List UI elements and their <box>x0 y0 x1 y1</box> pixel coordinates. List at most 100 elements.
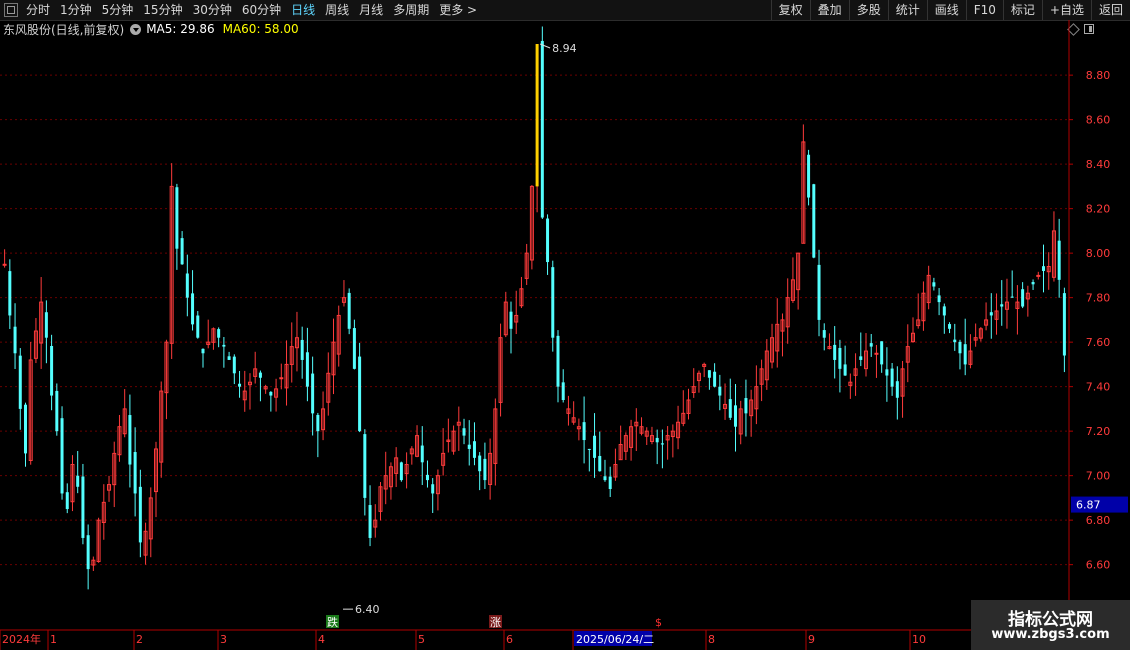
candle-body <box>540 40 544 218</box>
candle-body <box>807 154 811 198</box>
y-tick-label: 6.80 <box>1086 514 1111 527</box>
candle-body <box>660 443 664 445</box>
candle-body <box>8 271 12 316</box>
candle-body <box>958 341 962 354</box>
candle-body <box>1062 293 1066 356</box>
candle-body <box>133 452 137 494</box>
candle-body <box>942 306 946 316</box>
y-tick-label: 8.80 <box>1086 69 1111 82</box>
candle-body <box>238 383 242 387</box>
candle-body <box>138 486 142 543</box>
candle-body <box>76 475 80 487</box>
candle-body <box>65 492 69 510</box>
candle-body <box>467 444 471 449</box>
candle-body <box>232 356 236 374</box>
candle-body <box>822 330 826 338</box>
x-tick-label: 9 <box>808 633 815 646</box>
candle-body <box>191 293 195 325</box>
candle-body <box>44 312 48 338</box>
candle-body <box>948 324 952 329</box>
low-price-label: 6.40 <box>355 603 380 616</box>
candle-body <box>593 435 597 458</box>
candle-body <box>1000 304 1004 307</box>
signal-marker: $ <box>655 616 662 629</box>
candle-body <box>608 476 612 489</box>
candle-body <box>598 455 602 472</box>
candle-body <box>733 405 737 427</box>
candle-body <box>478 455 482 472</box>
x-tick-label: 2024年 <box>2 632 41 646</box>
candle-body <box>937 295 941 303</box>
x-tick-label: 6 <box>506 633 513 646</box>
candle-body <box>368 505 372 538</box>
candle-body <box>2 263 7 266</box>
x-tick-label: 8 <box>708 633 715 646</box>
candle-body <box>535 44 539 187</box>
candle-body <box>880 341 884 365</box>
candle-body <box>352 328 356 369</box>
candle-body <box>728 399 732 418</box>
candle-body <box>838 347 842 369</box>
candle-body <box>718 386 722 396</box>
candle-body <box>932 282 936 287</box>
candle-body <box>128 415 132 465</box>
x-tick-label: 3 <box>220 633 227 646</box>
candle-body <box>420 445 424 463</box>
x-tick-label: 2 <box>136 633 143 646</box>
x-tick-label: 5 <box>418 633 425 646</box>
candle-body <box>885 369 889 376</box>
candle-body <box>316 414 320 432</box>
candle-body <box>817 264 821 320</box>
candle-body <box>18 355 22 409</box>
candle-body <box>431 484 435 494</box>
candle-body <box>347 292 351 329</box>
y-tick-label: 8.00 <box>1086 247 1111 260</box>
y-tick-label: 8.20 <box>1086 203 1111 216</box>
candle-body <box>258 372 262 378</box>
x-tick-label: 1 <box>50 633 57 646</box>
candle-body <box>655 437 659 443</box>
y-tick-label: 6.60 <box>1086 559 1111 572</box>
candle-body <box>86 535 90 570</box>
y-tick-label: 7.20 <box>1086 425 1111 438</box>
y-tick-label: 7.00 <box>1086 470 1111 483</box>
candle-body <box>1057 240 1061 280</box>
candle-body <box>425 474 429 481</box>
candle-body <box>963 344 967 365</box>
candle-body <box>196 315 200 338</box>
current-price-label: 6.87 <box>1076 499 1101 512</box>
candle-body <box>989 312 993 316</box>
candle-body <box>227 356 231 360</box>
candlestick-chart[interactable]: 8.80 8.60 8.40 8.20 8.00 7.80 7.60 7.40 7.20 7.00… <box>0 0 1130 650</box>
candle-body <box>13 326 17 354</box>
candle-body <box>50 345 54 396</box>
x-tick-label: 10 <box>912 633 926 646</box>
candle-body <box>55 390 59 432</box>
watermark-url: www.zbgs3.com <box>991 627 1110 642</box>
candle-body <box>311 373 315 414</box>
candle-body <box>300 339 304 360</box>
y-tick-label: 8.40 <box>1086 158 1111 171</box>
candle-body <box>269 391 273 396</box>
candle-body <box>890 368 894 387</box>
candle-body <box>81 476 85 538</box>
y-tick-label: 8.60 <box>1086 114 1111 127</box>
candle-body <box>582 422 586 441</box>
candle-body <box>812 184 816 258</box>
candle-body <box>305 352 309 387</box>
candle-body <box>472 441 476 458</box>
candle-body <box>546 218 550 263</box>
candle-body <box>833 344 837 360</box>
candle-body <box>222 344 226 347</box>
candle-body <box>859 356 863 360</box>
candle-body <box>462 428 466 436</box>
y-tick-label: 7.60 <box>1086 336 1111 349</box>
candle-body <box>358 356 362 432</box>
candle-body <box>483 458 487 481</box>
candle-body <box>1010 296 1014 298</box>
candle-body <box>201 348 205 354</box>
high-price-label: 8.94 <box>552 42 577 55</box>
candle-body <box>1042 266 1046 271</box>
candle-body <box>953 339 957 343</box>
candle-body <box>603 476 607 481</box>
